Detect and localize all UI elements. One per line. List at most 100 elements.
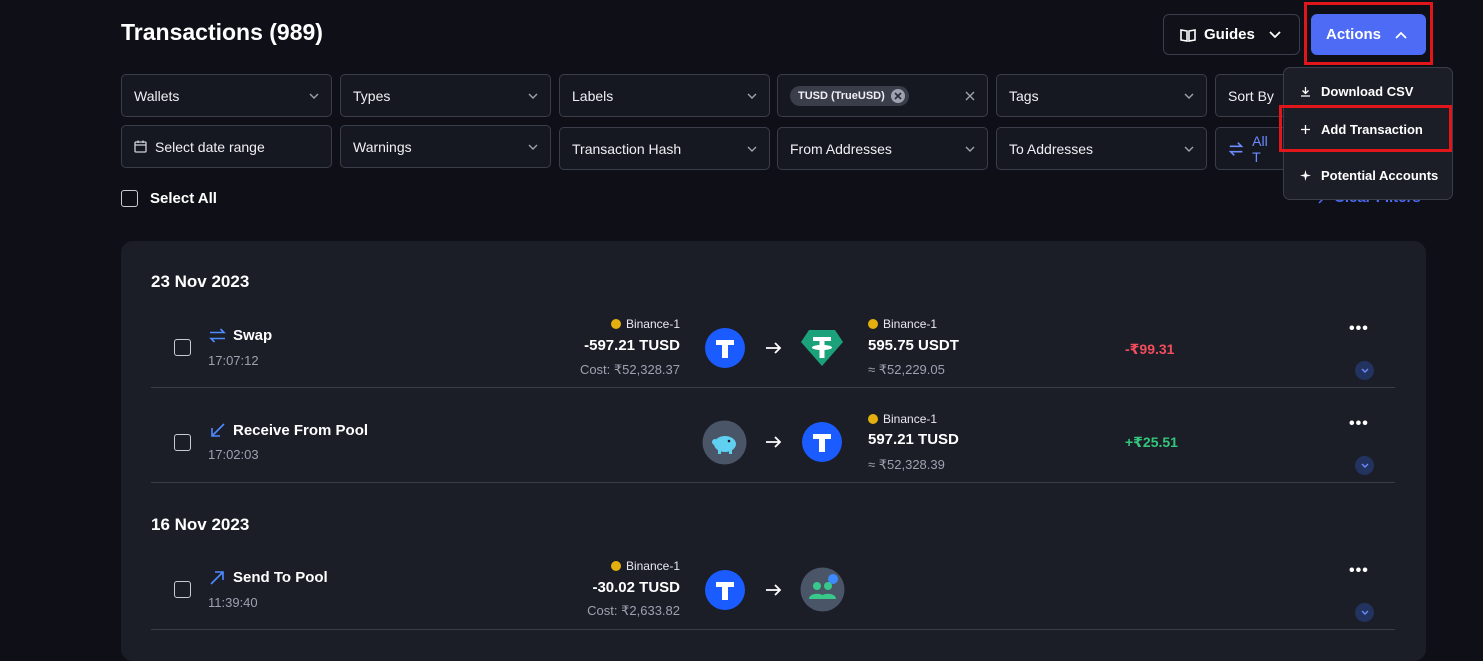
tx-hash-filter[interactable]: Transaction Hash bbox=[559, 127, 770, 170]
chevron-up-icon bbox=[1395, 31, 1407, 39]
select-all-label: Select All bbox=[150, 190, 217, 207]
warnings-filter-label: Warnings bbox=[353, 138, 412, 155]
download-icon bbox=[1301, 87, 1310, 97]
arrow-right-icon bbox=[766, 584, 782, 596]
labels-filter-label: Labels bbox=[572, 87, 614, 104]
group-date: 23 Nov 2023 bbox=[151, 272, 250, 291]
asset-filter[interactable]: TUSD (TrueUSD) bbox=[777, 74, 988, 117]
row-time: 17:07:12 bbox=[208, 353, 259, 368]
out-amount: -597.21 TUSD bbox=[584, 337, 680, 354]
chevron-down-icon bbox=[965, 146, 975, 152]
chevron-down-icon bbox=[1184, 93, 1194, 99]
row-checkbox[interactable] bbox=[174, 581, 191, 598]
row-checkbox[interactable] bbox=[174, 434, 191, 451]
out-cost: Cost: ₹52,328.37 bbox=[579, 362, 680, 377]
sort-by-label: Sort By bbox=[1228, 87, 1274, 104]
date-range-label: Select date range bbox=[155, 138, 265, 155]
more-icon[interactable]: ••• bbox=[1349, 320, 1369, 338]
row-checkbox[interactable] bbox=[174, 339, 191, 356]
pool-piggy-icon bbox=[702, 420, 747, 465]
chevron-down-icon bbox=[1184, 146, 1194, 152]
types-filter[interactable]: Types bbox=[340, 74, 551, 117]
swap-arrows-icon bbox=[1228, 141, 1244, 156]
arrow-right-icon bbox=[766, 342, 782, 354]
chevron-down-icon bbox=[1361, 463, 1368, 468]
send-arrow-icon bbox=[210, 571, 224, 585]
in-value: ≈ ₹52,229.05 bbox=[868, 362, 945, 377]
pnl-value: +₹25.51 bbox=[1125, 434, 1178, 450]
in-amount: 597.21 TUSD bbox=[868, 431, 959, 448]
row-type: Swap bbox=[233, 327, 273, 344]
all-toggle-label: All T bbox=[1252, 132, 1268, 165]
add-transaction-highlight bbox=[1279, 105, 1452, 152]
pnl-value: -₹99.31 bbox=[1125, 341, 1175, 357]
asset-chip: TUSD (TrueUSD) bbox=[790, 85, 909, 106]
binance-icon bbox=[868, 414, 878, 424]
in-value: ≈ ₹52,328.39 bbox=[868, 457, 945, 472]
out-wallet-label: Binance-1 bbox=[625, 559, 680, 573]
labels-filter[interactable]: Labels bbox=[559, 74, 770, 117]
in-amount: 595.75 USDT bbox=[868, 337, 959, 354]
expand-button[interactable] bbox=[1355, 361, 1374, 380]
tags-filter[interactable]: Tags bbox=[996, 74, 1207, 117]
warnings-filter[interactable]: Warnings bbox=[340, 125, 551, 168]
transactions-panel bbox=[121, 241, 1426, 661]
tusd-coin-icon bbox=[705, 328, 745, 368]
binance-icon bbox=[868, 319, 878, 329]
clear-icon[interactable] bbox=[965, 91, 975, 101]
group-date: 16 Nov 2023 bbox=[151, 515, 250, 534]
more-icon[interactable]: ••• bbox=[1349, 415, 1369, 433]
guides-button[interactable]: Guides bbox=[1163, 14, 1300, 55]
calendar-icon bbox=[134, 140, 147, 153]
tags-filter-label: Tags bbox=[1009, 87, 1039, 104]
asset-chip-label: TUSD (TrueUSD) bbox=[798, 89, 885, 102]
menu-item-potential-accounts[interactable]: Potential Accounts bbox=[1300, 168, 1438, 183]
wallets-filter-label: Wallets bbox=[134, 87, 180, 104]
expand-button[interactable] bbox=[1355, 456, 1374, 475]
tusd-coin-icon bbox=[705, 570, 745, 610]
types-filter-label: Types bbox=[353, 87, 391, 104]
book-icon bbox=[1180, 28, 1196, 42]
row-divider bbox=[151, 387, 1395, 388]
row-divider bbox=[151, 482, 1395, 483]
expand-button[interactable] bbox=[1355, 603, 1374, 622]
out-cost: Cost: ₹2,633.82 bbox=[587, 603, 680, 618]
chevron-down-icon bbox=[1361, 610, 1368, 615]
binance-icon bbox=[610, 561, 621, 571]
out-wallet: Binance-1 bbox=[610, 317, 680, 331]
in-wallet-label: Binance-1 bbox=[883, 412, 938, 426]
from-addresses-filter[interactable]: From Addresses bbox=[777, 127, 988, 170]
page-title: Transactions (989) bbox=[121, 19, 323, 45]
to-addresses-filter[interactable]: To Addresses bbox=[996, 127, 1207, 170]
chevron-down-icon bbox=[1361, 368, 1368, 373]
from-addresses-label: From Addresses bbox=[790, 140, 892, 157]
menu-item-download-csv[interactable]: Download CSV bbox=[1300, 84, 1413, 99]
row-type: Receive From Pool bbox=[233, 422, 369, 439]
in-wallet: Binance-1 bbox=[868, 317, 937, 331]
row-time: 17:02:03 bbox=[208, 447, 259, 462]
actions-button[interactable]: Actions bbox=[1311, 14, 1426, 55]
guides-label: Guides bbox=[1204, 26, 1255, 43]
arrow-right-icon bbox=[766, 436, 782, 448]
binance-icon bbox=[610, 319, 621, 329]
in-wallet-label: Binance-1 bbox=[883, 317, 938, 331]
wallets-filter[interactable]: Wallets bbox=[121, 74, 332, 117]
pool-users-icon bbox=[800, 567, 845, 612]
out-wallet-label: Binance-1 bbox=[625, 317, 680, 331]
chevron-down-icon bbox=[747, 93, 757, 99]
row-type: Send To Pool bbox=[233, 569, 328, 586]
row-time: 11:39:40 bbox=[208, 595, 258, 610]
to-addresses-label: To Addresses bbox=[1009, 140, 1094, 157]
swap-icon bbox=[209, 328, 226, 343]
chevron-down-icon bbox=[528, 93, 538, 99]
select-all-checkbox[interactable] bbox=[121, 190, 138, 207]
more-icon[interactable]: ••• bbox=[1349, 562, 1369, 580]
row-divider bbox=[151, 629, 1395, 630]
chip-remove-icon[interactable] bbox=[890, 88, 905, 103]
sparkle-icon bbox=[1300, 170, 1311, 181]
tx-hash-label: Transaction Hash bbox=[572, 140, 682, 157]
date-range-filter[interactable]: Select date range bbox=[121, 125, 332, 168]
chevron-down-icon bbox=[747, 146, 757, 152]
chevron-down-icon bbox=[309, 93, 319, 99]
in-wallet: Binance-1 bbox=[868, 412, 937, 426]
